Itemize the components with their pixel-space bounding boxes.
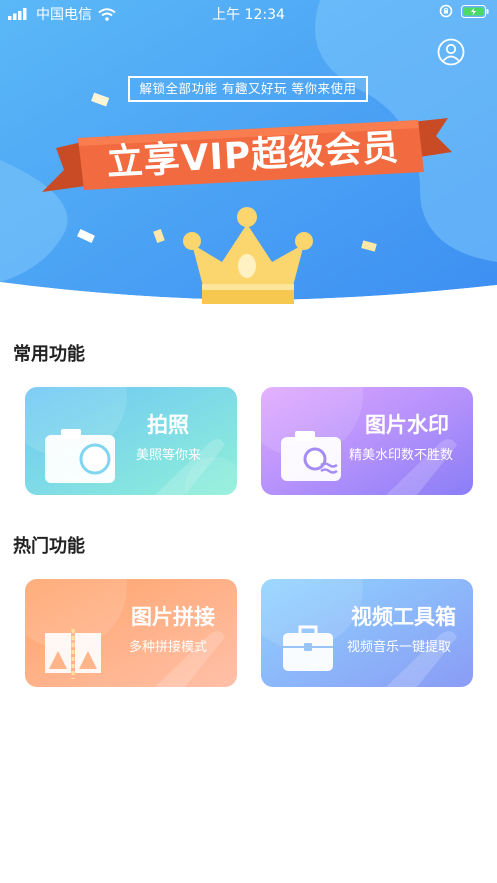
- battery-icon: [461, 4, 489, 18]
- camera-icon: [45, 429, 115, 483]
- card-photo-watermark[interactable]: 图片水印 精美水印数不胜数: [261, 387, 473, 495]
- common-functions-title: 常用功能: [13, 344, 85, 365]
- hero-tagline: 解锁全部功能 有趣又好玩 等你来使用: [128, 76, 368, 102]
- status-time: 上午 12:34: [212, 7, 285, 23]
- toolbox-icon: [283, 625, 333, 671]
- photo-stitch-icon: [45, 629, 101, 679]
- hot-functions-title: 热门功能: [13, 536, 85, 557]
- status-right: [439, 4, 489, 18]
- card-title: 图片拼接: [131, 605, 215, 629]
- card-title: 视频工具箱: [351, 605, 456, 629]
- card-subtitle: 美照等你来: [136, 448, 202, 463]
- user-circle-icon[interactable]: [437, 38, 465, 66]
- card-subtitle: 视频音乐一键提取: [347, 640, 452, 655]
- vip-hero: 中国电信 上午 12:34 解锁全部功能 有趣又好玩 等你来使用 立享VIP超级…: [0, 0, 497, 310]
- card-subtitle: 多种拼接模式: [129, 640, 208, 655]
- card-title: 拍照: [147, 413, 189, 437]
- status-bar: 中国电信 上午 12:34: [0, 0, 497, 24]
- watermark-camera-icon: [281, 431, 341, 481]
- card-title: 图片水印: [365, 413, 449, 437]
- crown-icon: [183, 207, 313, 304]
- card-subtitle: 精美水印数不胜数: [349, 448, 454, 463]
- card-take-photo[interactable]: 拍照 美照等你来: [25, 387, 237, 495]
- card-photo-stitch[interactable]: 图片拼接 多种拼接模式: [25, 579, 237, 687]
- orientation-lock-icon: [439, 4, 453, 18]
- card-video-toolbox[interactable]: 视频工具箱 视频音乐一键提取: [261, 579, 473, 687]
